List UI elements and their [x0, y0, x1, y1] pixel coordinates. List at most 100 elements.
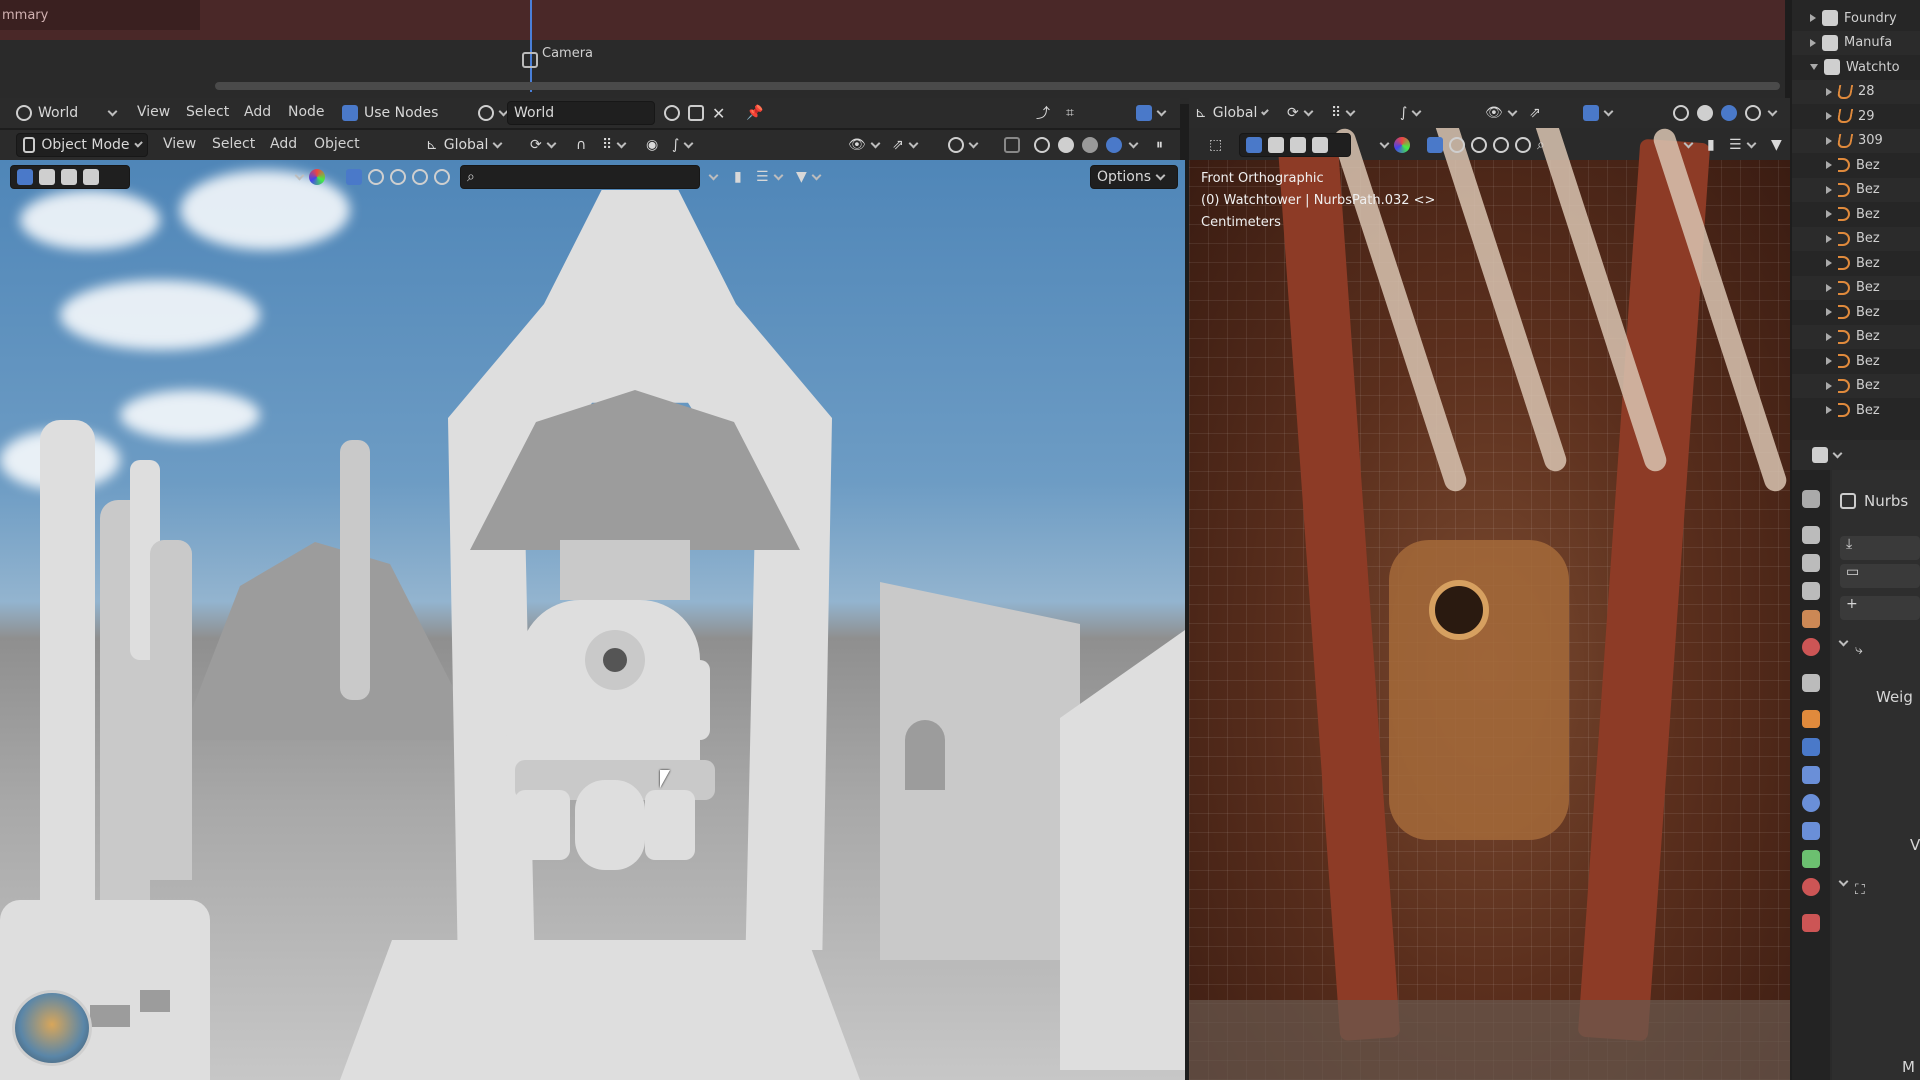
- mode-dropdown[interactable]: Object Mode: [16, 133, 148, 157]
- left-3d-viewport[interactable]: [0, 160, 1185, 1080]
- gizmo-dropdown[interactable]: ⇗: [886, 133, 923, 157]
- object-type-filters[interactable]: ⌕: [1421, 133, 1551, 157]
- outliner-row[interactable]: Watchto: [1792, 55, 1920, 79]
- pivot-dropdown[interactable]: ⟳: [1281, 101, 1318, 125]
- output-tab-icon[interactable]: [1802, 554, 1820, 572]
- expand-closed-icon[interactable]: [1826, 87, 1832, 96]
- bookmark-button[interactable]: ▮: [1701, 133, 1721, 157]
- overlay-dropdown[interactable]: [1577, 101, 1618, 125]
- material-tab-icon[interactable]: [1802, 878, 1820, 896]
- search-field[interactable]: ⌕: [460, 165, 700, 189]
- outliner-row[interactable]: Bez: [1792, 275, 1920, 300]
- outliner-row[interactable]: Bez: [1792, 226, 1920, 251]
- search-options-dropdown[interactable]: [1679, 133, 1698, 157]
- use-nodes-checkbox[interactable]: Use Nodes: [336, 101, 444, 125]
- shading-options-dropdown[interactable]: [1124, 133, 1143, 157]
- expand-closed-icon[interactable]: [1826, 381, 1832, 390]
- outliner-row[interactable]: Bez: [1792, 153, 1920, 177]
- pivot-dropdown[interactable]: ⟳: [524, 133, 561, 157]
- falloff-dropdown[interactable]: ∫: [666, 133, 698, 157]
- outliner-row[interactable]: 29: [1792, 104, 1920, 128]
- render-tab-icon[interactable]: [1802, 526, 1820, 544]
- select-tool-button[interactable]: ⬚: [1203, 133, 1228, 157]
- texture-tab-icon[interactable]: [1802, 914, 1820, 932]
- outliner-row[interactable]: 28: [1792, 79, 1920, 104]
- expand-closed-icon[interactable]: [1826, 357, 1832, 365]
- bookmark-button[interactable]: ▮: [728, 165, 748, 189]
- overlay-button[interactable]: [1130, 101, 1171, 125]
- data-tab-icon[interactable]: [1802, 850, 1820, 868]
- object-type-filters[interactable]: [340, 165, 456, 189]
- expand-closed-icon[interactable]: [1826, 210, 1832, 218]
- snap-toggle[interactable]: ∩: [570, 133, 592, 157]
- modifier-panel-header[interactable]: ⤷: [1838, 636, 1863, 658]
- expand-closed-icon[interactable]: [1826, 161, 1832, 169]
- menu-view[interactable]: View: [137, 104, 170, 120]
- snap-button[interactable]: ⌗: [1060, 101, 1080, 125]
- outliner-row[interactable]: 309: [1792, 128, 1920, 153]
- timeline-editor[interactable]: mmary Camera: [0, 0, 1785, 104]
- menu-select[interactable]: Select: [186, 104, 229, 120]
- modifier-panel-header-2[interactable]: ⛶: [1838, 876, 1865, 898]
- overlay-dropdown[interactable]: [942, 133, 983, 157]
- properties-editor[interactable]: Nurbs ⤓ ▭ + ⤷ Weig V ⛶ M: [1792, 440, 1920, 1080]
- xray-toggle[interactable]: [998, 133, 1026, 157]
- right-3d-viewport[interactable]: ⊾ Global ⟳ ⠿ ∫ 👁 ⇗ ⬚ ⌕ ▮ ☰ ▼ Front Ortho…: [1189, 98, 1790, 1080]
- expand-closed-icon[interactable]: [1826, 234, 1832, 243]
- proportional-edit-toggle[interactable]: ◉: [640, 133, 664, 157]
- menu-view[interactable]: View: [163, 136, 196, 152]
- outliner-row[interactable]: Manufa: [1792, 30, 1920, 55]
- menu-select[interactable]: Select: [212, 136, 255, 152]
- collection-tab-icon[interactable]: [1802, 674, 1820, 692]
- menu-object[interactable]: Object: [314, 136, 360, 152]
- monitor-button[interactable]: ▭: [1840, 564, 1920, 588]
- outliner-row[interactable]: Bez: [1792, 349, 1920, 373]
- snap-target-dropdown[interactable]: ⠿: [596, 133, 631, 157]
- expand-closed-icon[interactable]: [1826, 112, 1832, 120]
- expand-closed-icon[interactable]: [1810, 14, 1816, 22]
- sort-dropdown[interactable]: ☰: [750, 165, 788, 189]
- playhead[interactable]: [530, 0, 532, 92]
- filter-dropdown[interactable]: [1375, 133, 1416, 157]
- view-layer-tab-icon[interactable]: [1802, 582, 1820, 600]
- timeline-scrollbar[interactable]: [215, 82, 1780, 90]
- outliner-row[interactable]: Bez: [1792, 398, 1920, 422]
- unlink-button[interactable]: ✕: [706, 101, 731, 125]
- outliner-row[interactable]: Bez: [1792, 251, 1920, 275]
- pin-button[interactable]: 📌: [740, 101, 769, 125]
- expand-closed-icon[interactable]: [1826, 185, 1832, 194]
- filter-dropdown[interactable]: [290, 165, 331, 189]
- add-modifier-button[interactable]: +: [1840, 596, 1920, 620]
- filter-funnel-button[interactable]: ▼: [1765, 133, 1788, 157]
- menu-add[interactable]: Add: [270, 136, 297, 152]
- world-shader-dropdown[interactable]: World: [10, 101, 122, 125]
- outliner-row[interactable]: Bez: [1792, 300, 1920, 324]
- outliner-row[interactable]: Bez: [1792, 177, 1920, 202]
- outliner[interactable]: Foundry Manufa Watchto 28 29 309 Bez Bez Bez Bez B…: [1792, 0, 1920, 440]
- expand-closed-icon[interactable]: [1826, 308, 1832, 316]
- physics-tab-icon[interactable]: [1802, 794, 1820, 812]
- select-mode-buttons[interactable]: [10, 165, 130, 189]
- download-modifier-button[interactable]: ⤓: [1840, 536, 1920, 560]
- expand-closed-icon[interactable]: [1826, 283, 1832, 292]
- expand-closed-icon[interactable]: [1810, 38, 1816, 47]
- world-datablock-field[interactable]: World: [507, 101, 655, 125]
- orientation-dropdown[interactable]: ⊾ Global: [1189, 101, 1273, 125]
- visibility-dropdown[interactable]: 👁: [842, 133, 885, 157]
- orientation-dropdown[interactable]: ⊾ Global: [420, 133, 514, 157]
- pause-render-button[interactable]: ⏸: [1150, 133, 1169, 157]
- filter-funnel-dropdown[interactable]: ▼: [790, 165, 826, 189]
- expand-closed-icon[interactable]: [1826, 259, 1832, 267]
- parent-node-button[interactable]: ⤴: [1030, 101, 1056, 125]
- scene-tab-icon[interactable]: [1802, 610, 1820, 628]
- constraints-tab-icon[interactable]: [1802, 822, 1820, 840]
- modifier-tab-icon[interactable]: [1802, 738, 1820, 756]
- camera-marker-label[interactable]: Camera: [542, 46, 593, 61]
- expand-closed-icon[interactable]: [1826, 136, 1832, 145]
- search-options-dropdown[interactable]: [704, 165, 723, 189]
- tool-tab-icon[interactable]: [1802, 490, 1820, 508]
- expand-open-icon[interactable]: [1810, 64, 1818, 70]
- select-mode-buttons[interactable]: [1239, 133, 1351, 157]
- options-dropdown[interactable]: Options: [1090, 165, 1178, 189]
- falloff-dropdown[interactable]: ∫: [1394, 101, 1426, 125]
